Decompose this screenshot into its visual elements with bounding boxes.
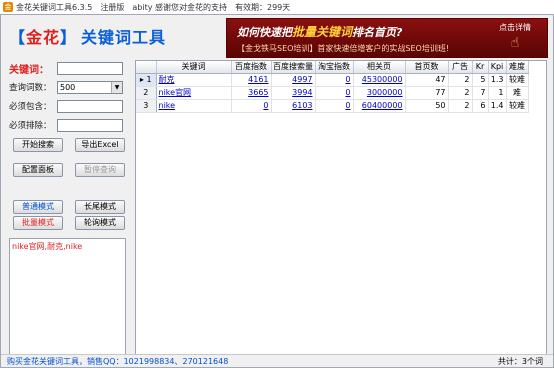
ads-cell: 2	[448, 99, 473, 113]
column-header[interactable]: 相关页	[353, 61, 406, 74]
baidu-index-cell[interactable]: 4161	[231, 73, 272, 87]
keyword-count-text: 共计：3个词	[497, 356, 543, 366]
column-header[interactable]: Kpi	[488, 61, 507, 74]
edition-label: 注册版	[100, 2, 125, 12]
row-number: 3	[136, 99, 157, 113]
results-grid[interactable]: 关键词 百度指数 百度搜索量 淘宝指数 相关页 首页数 广告 Kr Kpi 难度…	[135, 60, 547, 359]
related-pages-cell[interactable]: 45300000	[353, 73, 406, 87]
kpi-cell: 1.4	[488, 99, 507, 113]
banner-headline: 如何快速把批量关键词排名首页?	[237, 23, 402, 40]
keyword-cell[interactable]: nike	[156, 99, 232, 113]
query-count-label: 查询词数：	[9, 83, 52, 93]
homepage-count-cell: 77	[405, 86, 449, 100]
ads-cell: 2	[448, 73, 473, 87]
longtail-mode-button[interactable]: 长尾模式	[75, 200, 125, 214]
column-header[interactable]: 淘宝指数	[315, 61, 354, 74]
main-window: 【 金花 】 关键词工具 如何快速把批量关键词排名首页? 【金戈铁马SEO培训】…	[0, 14, 554, 368]
difficulty-cell: 较难	[506, 73, 529, 87]
title-bar: 金 金花关键词工具6.3.5 注册版 abity 感谢您对金花的支持 有效期：2…	[0, 0, 554, 14]
table-row[interactable]: ▸ 1 耐克 4161 4997 0 45300000 47 2 5 1.3 较…	[136, 73, 529, 87]
row-number: ▸ 1	[136, 73, 157, 87]
window-title: 金花关键词工具6.3.5	[16, 2, 93, 12]
column-header[interactable]: 首页数	[405, 61, 449, 74]
keyword-cell[interactable]: 耐克	[156, 73, 232, 87]
search-form: 关键词： 查询词数： 500 ▼ 必须包含： 必须排除：	[9, 61, 131, 137]
taobao-index-cell[interactable]: 0	[315, 73, 354, 87]
related-pages-cell[interactable]: 60400000	[353, 99, 406, 113]
kr-cell: 6	[472, 99, 489, 113]
baidu-index-cell[interactable]: 0	[231, 99, 272, 113]
ad-banner[interactable]: 如何快速把批量关键词排名首页? 【金戈铁马SEO培训】首家快速倍增客户的实战SE…	[226, 18, 548, 58]
banner-headline-pre: 如何快速把	[237, 26, 292, 39]
app-icon: 金	[3, 2, 13, 12]
column-header-rownum	[136, 61, 157, 74]
baidu-index-cell[interactable]: 3665	[231, 86, 272, 100]
sales-contact-text: 购买金花关键词工具，销售QQ：1021998834、270121648	[7, 356, 229, 366]
table-row[interactable]: 2 nike官网 3665 3994 0 3000000 77 2 7 1 难	[136, 86, 529, 100]
row-number-value: 1	[146, 75, 152, 84]
ads-cell: 2	[448, 86, 473, 100]
start-search-button[interactable]: 开始搜索	[13, 138, 63, 152]
banner-subline: 【金戈铁马SEO培训】首家快速倍增客户的实战SEO培训班!	[237, 44, 450, 53]
keyword-list-textarea[interactable]: nike官网,耐克,nike	[9, 238, 126, 356]
keyword-input[interactable]	[57, 61, 123, 75]
include-label: 必须包含：	[9, 102, 52, 112]
results-table: 关键词 百度指数 百度搜索量 淘宝指数 相关页 首页数 广告 Kr Kpi 难度…	[136, 61, 529, 113]
keyword-label: 关键词：	[9, 64, 49, 76]
kpi-cell: 1	[488, 86, 507, 100]
taobao-index-cell[interactable]: 0	[315, 86, 354, 100]
batch-mode-button[interactable]: 批量模式	[13, 216, 63, 230]
logo-brand: 金花	[26, 28, 61, 47]
homepage-count-cell: 50	[405, 99, 449, 113]
logo-bracket-close: 】	[60, 28, 78, 47]
status-bar: 购买金花关键词工具，销售QQ：1021998834、270121648 共计：3…	[1, 354, 553, 367]
logo-product-name: 关键词工具	[81, 28, 167, 47]
poll-mode-button[interactable]: 轮询模式	[75, 216, 125, 230]
chevron-down-icon[interactable]: ▼	[111, 81, 122, 93]
table-header-row: 关键词 百度指数 百度搜索量 淘宝指数 相关页 首页数 广告 Kr Kpi 难度	[136, 61, 529, 74]
exclude-input[interactable]	[57, 118, 123, 132]
pause-query-button[interactable]: 暂停查询	[75, 163, 125, 177]
kpi-cell: 1.3	[488, 73, 507, 87]
baidu-search-cell[interactable]: 3994	[271, 86, 316, 100]
kr-cell: 5	[472, 73, 489, 87]
table-row[interactable]: 3 nike 0 6103 0 60400000 50 2 6 1.4 较难	[136, 99, 529, 113]
column-header[interactable]: 广告	[448, 61, 473, 74]
app-logo: 【 金花 】 关键词工具	[9, 23, 229, 49]
user-label: abity 感谢您对金花的支持	[132, 2, 227, 12]
export-excel-button[interactable]: 导出Excel	[75, 138, 125, 152]
column-header[interactable]: 百度指数	[231, 61, 272, 74]
banner-detail-button[interactable]: 点击详情 ☝	[489, 22, 541, 56]
banner-detail-label: 点击详情	[499, 23, 531, 32]
validity-label: 有效期：299天	[234, 2, 291, 12]
include-input[interactable]	[57, 99, 123, 113]
hand-pointer-icon: ☝	[510, 35, 520, 51]
config-panel-button[interactable]: 配置面板	[13, 163, 63, 177]
exclude-label: 必须排除：	[9, 121, 52, 131]
column-header[interactable]: Kr	[472, 61, 489, 74]
row-number: 2	[136, 86, 157, 100]
difficulty-cell: 难	[506, 86, 529, 100]
query-count-select[interactable]: 500 ▼	[57, 80, 123, 94]
baidu-search-cell[interactable]: 4997	[271, 73, 316, 87]
column-header[interactable]: 百度搜索量	[271, 61, 316, 74]
related-pages-cell[interactable]: 3000000	[353, 86, 406, 100]
taobao-index-cell[interactable]: 0	[315, 99, 354, 113]
kr-cell: 7	[472, 86, 489, 100]
normal-mode-button[interactable]: 普通模式	[13, 200, 63, 214]
logo-bracket-open: 【	[9, 28, 27, 47]
banner-headline-highlight: 批量关键词	[292, 25, 353, 39]
column-header[interactable]: 关键词	[156, 61, 232, 74]
keyword-cell[interactable]: nike官网	[156, 86, 232, 100]
homepage-count-cell: 47	[405, 73, 449, 87]
difficulty-cell: 较难	[506, 99, 529, 113]
column-header[interactable]: 难度	[506, 61, 529, 74]
banner-headline-post: 排名首页?	[352, 26, 403, 39]
baidu-search-cell[interactable]: 6103	[271, 99, 316, 113]
query-count-value: 500	[60, 82, 76, 92]
